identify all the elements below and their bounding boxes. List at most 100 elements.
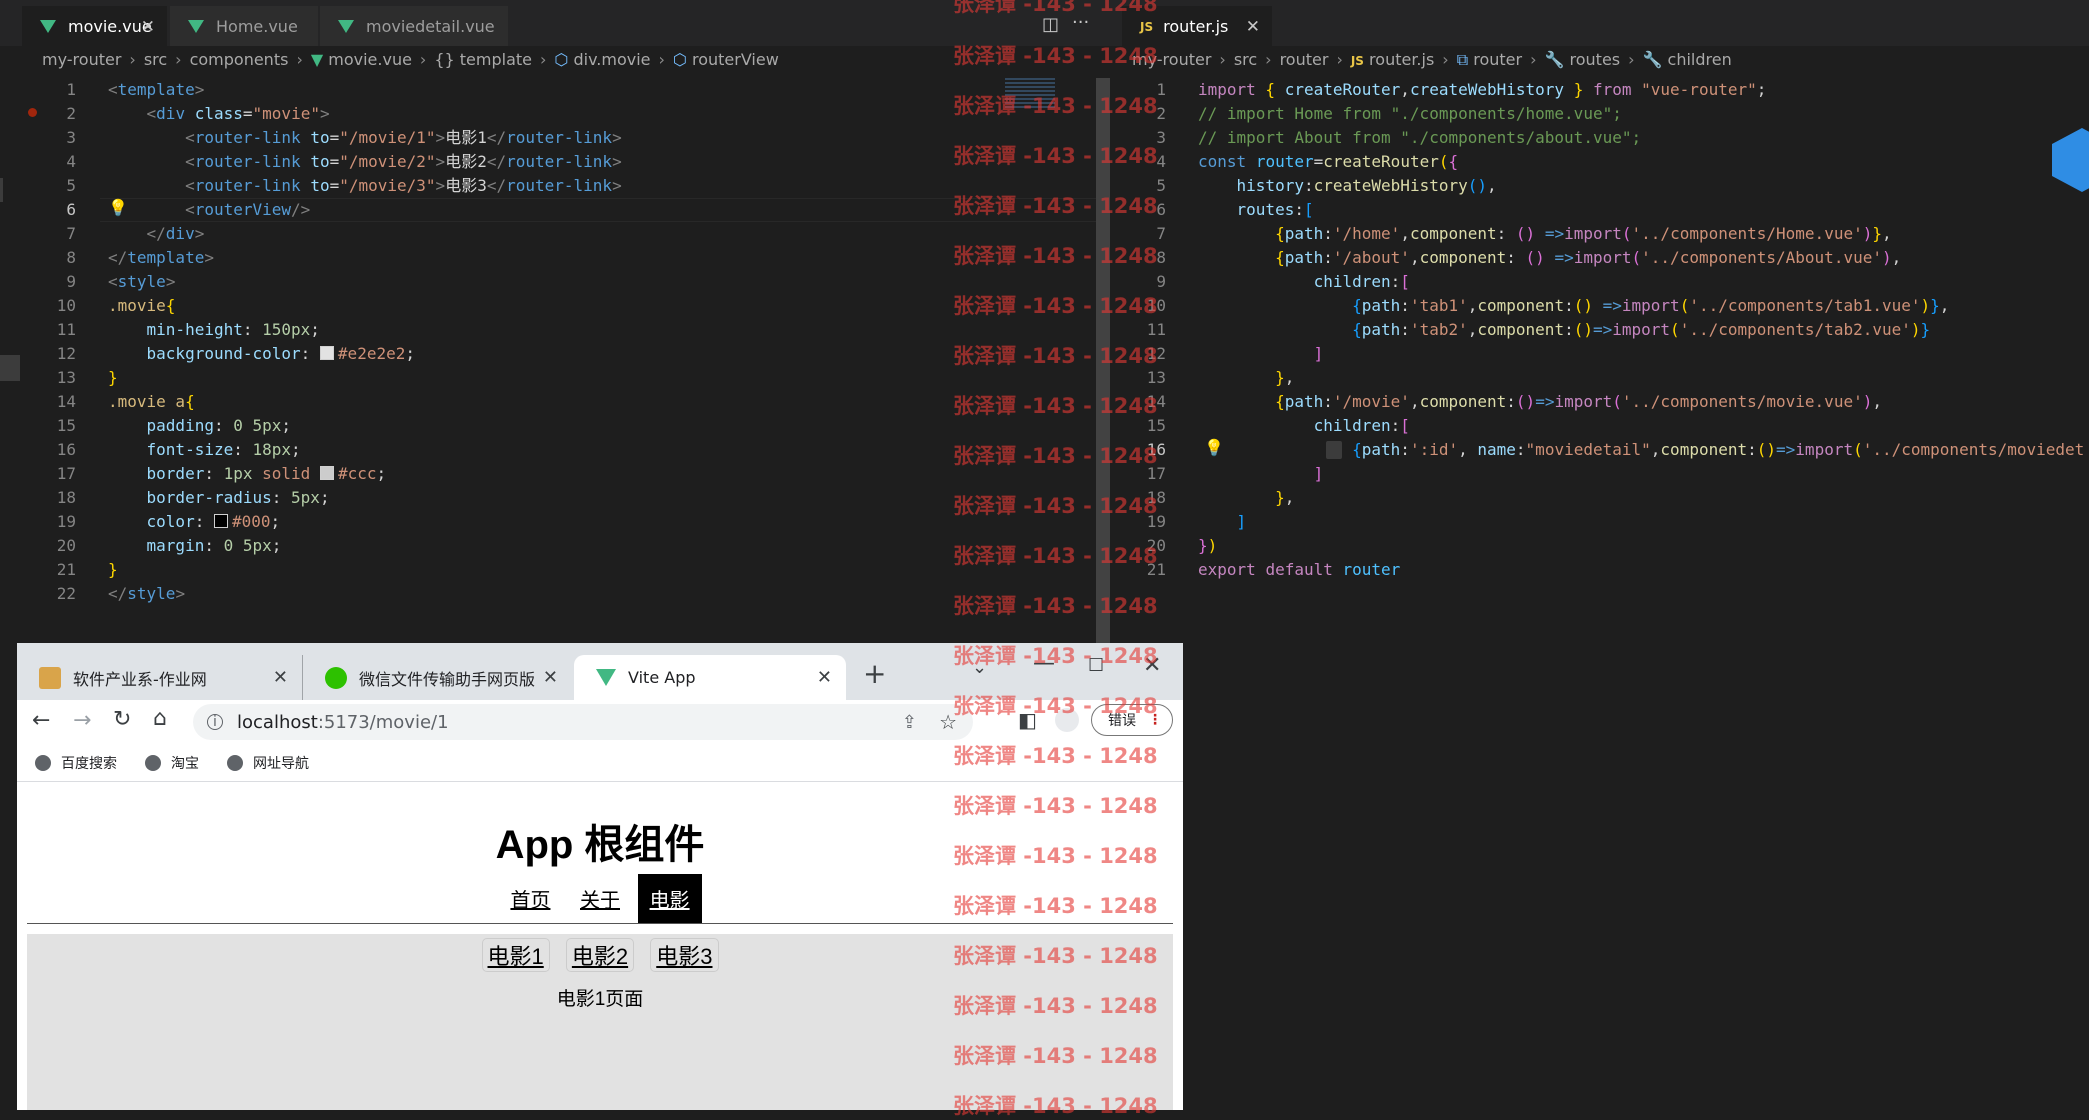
close-icon[interactable]: ✕: [817, 667, 832, 688]
breadcrumb: my-router › src › router › JS router.js › ⧉ rout…: [1132, 50, 1732, 69]
tab-movie-vue[interactable]: movie.vue ✕: [22, 6, 167, 46]
watermark-text: 张泽谭 -143 - 1248: [953, 0, 1158, 16]
bookmark-label: 淘宝: [171, 756, 199, 772]
line-number: 5: [66, 176, 76, 195]
editor-left: movie.vue ✕ Home.vue moviedetail.vue ◫ ·…: [0, 0, 1110, 643]
breadcrumb-item[interactable]: router: [1280, 50, 1329, 69]
js-file-icon: JS: [1140, 19, 1154, 34]
breadcrumb-item[interactable]: children: [1668, 50, 1732, 69]
code-line: // import About from "./components/about…: [1198, 128, 1642, 147]
close-icon[interactable]: ✕: [141, 17, 155, 37]
breadcrumb-item[interactable]: div.movie: [573, 50, 650, 69]
watermark-text: 张泽谭 -143 - 1248: [953, 644, 1158, 668]
color-swatch[interactable]: [213, 514, 228, 528]
code-editor[interactable]: 💡 1 2 3 4 5 6 7 8 9 10 11 12 13 14 15 16…: [1110, 78, 2089, 1005]
watermark-text: 张泽谭 -143 - 1248: [953, 744, 1158, 768]
movie-link-3[interactable]: 电影3: [650, 938, 719, 972]
vue-file-icon: [188, 19, 204, 33]
line-number: 11: [1146, 320, 1166, 339]
tab-moviedetail-vue[interactable]: moviedetail.vue: [320, 6, 508, 46]
watermark-text: 张泽谭 -143 - 1248: [953, 444, 1158, 468]
wechat-icon: [325, 666, 347, 689]
code-line: },: [1275, 488, 1295, 507]
code-line: {path:'/about',component: () =>import('.…: [1275, 248, 1902, 267]
code-line: {path:'tab2',component:()=>import('../co…: [1352, 320, 1931, 339]
watermark-text: 张泽谭 -143 - 1248: [953, 394, 1158, 418]
tab-label: movie.vue: [68, 17, 152, 36]
close-icon[interactable]: ✕: [1246, 17, 1260, 37]
line-number: 8: [66, 248, 76, 267]
line-number: 15: [56, 416, 76, 435]
code-line: ]: [1313, 464, 1324, 483]
breadcrumb-item[interactable]: router.js: [1369, 50, 1434, 69]
code-line: </style>: [108, 584, 186, 603]
editor-right: JS router.js ✕ my-router › src › router › JS r…: [1110, 0, 2089, 1005]
code-line: border-radius: 5px;: [146, 488, 330, 507]
code-line: min-height: 150px;: [146, 320, 320, 339]
line-number: 18: [56, 488, 76, 507]
close-icon[interactable]: ✕: [273, 667, 288, 688]
globe-icon: [145, 755, 161, 771]
line-number: 3: [66, 128, 76, 147]
browser-tab[interactable]: 微信文件传输助手网页版 ✕: [302, 655, 572, 700]
bookmark-item[interactable]: 百度搜索: [35, 753, 117, 773]
nav-link-movie[interactable]: 电影: [637, 874, 702, 923]
code-line: }: [108, 368, 118, 387]
browser-tab[interactable]: 软件产业系-作业网 ✕: [17, 655, 302, 700]
line-number: 11: [56, 320, 76, 339]
code-line: }): [1198, 536, 1218, 555]
variable-icon: ⧉: [1456, 50, 1469, 69]
color-swatch[interactable]: [319, 346, 334, 360]
forward-arrow-icon[interactable]: →: [73, 708, 91, 733]
breadcrumb-item[interactable]: movie.vue: [328, 50, 412, 69]
code-line: background-color: #e2e2e2;: [146, 344, 415, 363]
code-line: },: [1275, 368, 1295, 387]
breadcrumb-item[interactable]: my-router: [42, 50, 121, 69]
breadcrumb-item[interactable]: src: [1234, 50, 1257, 69]
bookmark-item[interactable]: 淘宝: [145, 753, 199, 773]
breadcrumb-item[interactable]: components: [190, 50, 289, 69]
code-line: <routerView/>: [108, 200, 311, 219]
breadcrumb-item[interactable]: src: [144, 50, 167, 69]
vue-file-icon: ▼: [310, 50, 324, 69]
new-tab-button[interactable]: +: [863, 657, 886, 690]
line-number: 20: [56, 536, 76, 555]
watermark-text: 张泽谭 -143 - 1248: [953, 94, 1158, 118]
reload-icon[interactable]: ↻: [113, 707, 131, 732]
browser-tab-active[interactable]: Vite App ✕: [574, 655, 846, 700]
line-number: 9: [66, 272, 76, 291]
code-line: children:[: [1313, 416, 1410, 435]
address-bar[interactable]: i localhost:5173/movie/1 ⇪ ☆: [193, 704, 973, 740]
close-icon[interactable]: ✕: [543, 667, 558, 688]
line-number: 1: [66, 80, 76, 99]
url-host: localhost: [237, 711, 318, 733]
line-number: 7: [66, 224, 76, 243]
code-line: ]: [1236, 512, 1247, 531]
watermark-text: 张泽谭 -143 - 1248: [953, 694, 1158, 718]
movie-link-1[interactable]: 电影1: [481, 938, 550, 972]
share-icon[interactable]: ⇪: [902, 712, 917, 733]
code-line: {path:':id', name:"moviedetail",componen…: [1352, 440, 2085, 459]
movie-link-2[interactable]: 电影2: [565, 938, 635, 972]
code-line: {path:'/home',component: () =>import('..…: [1275, 224, 1892, 243]
breadcrumb: my-router › src › components › ▼ movie.vue ›{} …: [42, 50, 779, 69]
breadcrumb-item[interactable]: routerView: [692, 50, 779, 69]
color-swatch[interactable]: [319, 466, 334, 480]
back-arrow-icon[interactable]: ←: [32, 708, 50, 733]
code-line: export default router: [1198, 560, 1401, 579]
info-icon[interactable]: i: [207, 714, 223, 730]
bookmark-item[interactable]: 网址导航: [227, 753, 309, 773]
breadcrumb-item[interactable]: {} template: [434, 50, 532, 69]
line-number: 22: [56, 584, 76, 603]
home-icon[interactable]: ⌂: [153, 706, 167, 731]
sidebar-edge: [0, 355, 20, 381]
breadcrumb-item[interactable]: routes: [1570, 50, 1621, 69]
tab-home-vue[interactable]: Home.vue: [170, 6, 318, 46]
breadcrumb-item[interactable]: router: [1473, 50, 1522, 69]
code-editor[interactable]: 💡 1 2 3 4 5 6 7 8 9 10 11 12 13 14 15 16…: [0, 78, 1110, 643]
watermark-text: 张泽谭 -143 - 1248: [953, 294, 1158, 318]
nav-link-about[interactable]: 关于: [568, 874, 632, 923]
watermark-text: 张泽谭 -143 - 1248: [953, 1044, 1158, 1068]
site-favicon-icon: [39, 666, 61, 689]
nav-link-home[interactable]: 首页: [498, 874, 562, 923]
